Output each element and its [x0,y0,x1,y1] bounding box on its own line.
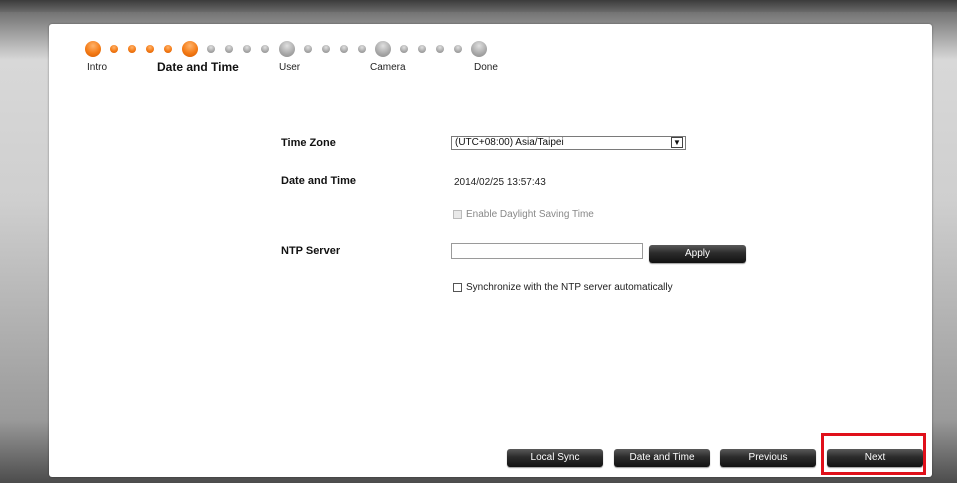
ntp-server-input[interactable] [451,243,643,259]
chevron-down-icon[interactable]: ▼ [671,137,683,148]
step-connector-dot [418,45,426,53]
step-connector-dot [128,45,136,53]
local-sync-button-label: Local Sync [530,452,580,463]
ntp-server-label: NTP Server [281,245,341,257]
daylight-saving-label: Enable Daylight Saving Time [466,209,594,220]
apply-button[interactable]: Apply [649,245,746,263]
window-top-bar [0,0,957,12]
step-connector-dot [261,45,269,53]
step-connector-dot [110,45,118,53]
step-connector-dot [454,45,462,53]
previous-button-label: Previous [748,452,788,463]
step-connector-dot [225,45,233,53]
ntp-sync-checkbox[interactable] [453,283,462,292]
date-time-label: Date and Time [281,175,356,187]
step-connector-dot [400,45,408,53]
step-connector-dot [304,45,312,53]
ntp-sync-label: Synchronize with the NTP server automati… [466,282,673,293]
apply-button-label: Apply [684,248,710,259]
wizard-panel: Intro Date and Time User Camera Done Tim… [49,24,932,477]
step-connector-dot [358,45,366,53]
step-connector-dot [164,45,172,53]
step-done-marker [471,41,487,57]
date-time-value: 2014/02/25 13:57:43 [454,177,546,188]
step-user-marker [279,41,295,57]
next-button-highlight [821,433,926,475]
step-label-intro: Intro [87,62,108,73]
step-label-date-time: Date and Time [157,60,239,74]
date-time-button-label: Date and Time [629,452,695,463]
step-connector-dot [340,45,348,53]
step-date-time-marker [182,41,198,57]
step-connector-dot [436,45,444,53]
step-camera-marker [375,41,391,57]
time-zone-select[interactable]: (UTC+08:00) Asia/Taipei ▼ [451,136,686,150]
step-label-user: User [279,62,301,73]
time-zone-label: Time Zone [281,137,336,149]
date-time-button[interactable]: Date and Time [614,449,710,467]
step-connector-dot [322,45,330,53]
step-intro-marker [85,41,101,57]
step-connector-dot [146,45,154,53]
step-connector-dot [207,45,215,53]
daylight-saving-checkbox [453,210,462,219]
step-label-done: Done [474,62,498,73]
time-zone-selected-value: (UTC+08:00) Asia/Taipei [455,137,564,148]
local-sync-button[interactable]: Local Sync [507,449,603,467]
step-label-camera: Camera [370,62,406,73]
previous-button[interactable]: Previous [720,449,816,467]
step-connector-dot [243,45,251,53]
